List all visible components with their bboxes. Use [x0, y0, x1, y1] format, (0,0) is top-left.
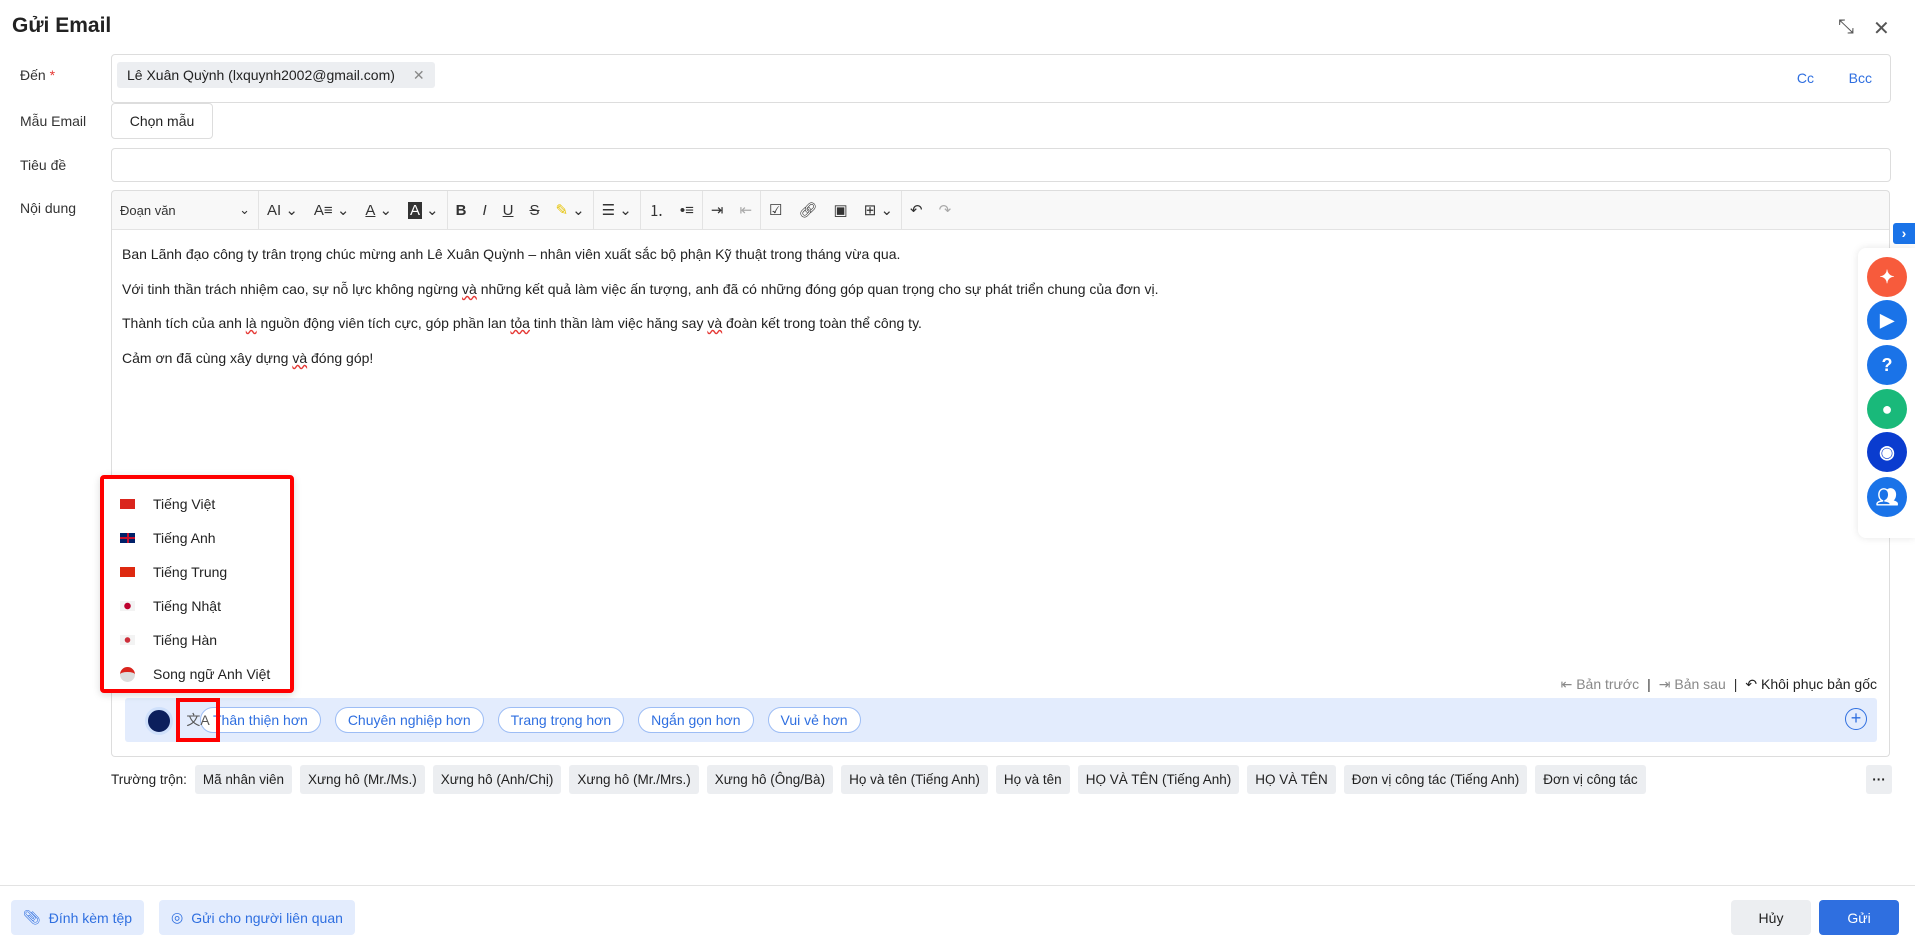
- content-paragraph: Thành tích của anh là nguồn động viên tí…: [122, 315, 922, 331]
- to-label: Đến *: [20, 67, 56, 83]
- image-icon[interactable]: ▣: [826, 191, 856, 229]
- ai-sparkle-icon[interactable]: ✦: [1867, 257, 1907, 297]
- merge-fields: Trường trộn: Mã nhân viên Xưng hô (Mr./M…: [111, 765, 1646, 794]
- underline-icon[interactable]: U: [495, 191, 522, 229]
- merge-field[interactable]: HỌ VÀ TÊN: [1247, 765, 1336, 794]
- paragraph-style-value: Đoạn văn: [120, 202, 176, 218]
- align-icon[interactable]: ☰ ⌄: [594, 191, 640, 229]
- indent-icon[interactable]: ⇥: [703, 191, 732, 229]
- link-icon[interactable]: 🔗︎: [790, 191, 825, 229]
- tone-cheerful[interactable]: Vui vẻ hơn: [767, 707, 861, 733]
- merge-field[interactable]: Họ và tên (Tiếng Anh): [841, 765, 988, 794]
- to-field[interactable]: Lê Xuân Quỳnh (lxquynh2002@gmail.com) ✕ C…: [111, 54, 1891, 103]
- font-size-button[interactable]: AI ⌄: [259, 191, 306, 229]
- merge-field[interactable]: Mã nhân viên: [194, 765, 292, 794]
- language-option-vietnamese[interactable]: Tiếng Việt: [120, 496, 215, 512]
- checklist-icon[interactable]: ☑: [761, 191, 790, 229]
- content-paragraph: Cảm ơn đã cùng xây dựng và đóng góp!: [122, 350, 374, 366]
- language-menu: Tiếng Việt Tiếng Anh Tiếng Trung Tiếng N…: [100, 475, 294, 693]
- merge-field[interactable]: Xưng hô (Mr./Mrs.): [569, 765, 699, 794]
- paperclip-icon: 📎︎: [23, 909, 41, 925]
- merge-field[interactable]: Xưng hô (Ông/Bà): [706, 765, 834, 794]
- team-icon[interactable]: 👥︎: [1867, 477, 1907, 517]
- undo-icon[interactable]: ↶: [902, 191, 931, 229]
- bold-icon[interactable]: B: [448, 191, 475, 229]
- japan-flag-icon: [120, 601, 135, 611]
- table-icon[interactable]: ⊞ ⌄: [856, 191, 901, 229]
- subject-input[interactable]: [111, 148, 1891, 182]
- next-version-button[interactable]: ⇥ Bản sau: [1659, 676, 1726, 693]
- remove-recipient-icon[interactable]: ✕: [413, 62, 425, 88]
- merge-field[interactable]: Đơn vị công tác: [1535, 765, 1646, 794]
- paragraph-style-select[interactable]: Đoạn văn ⌄: [112, 191, 258, 229]
- italic-icon[interactable]: I: [474, 191, 494, 229]
- more-merge-fields-icon[interactable]: ···: [1866, 765, 1892, 794]
- font-color-button[interactable]: A ⌄: [357, 191, 400, 229]
- ai-bot-icon[interactable]: [145, 707, 173, 735]
- template-label: Mẫu Email: [20, 113, 87, 129]
- restore-original-button[interactable]: ↶ Khôi phục bản gốc: [1745, 676, 1877, 693]
- chat-icon[interactable]: ●: [1867, 389, 1907, 429]
- cancel-button[interactable]: Hủy: [1731, 900, 1811, 935]
- language-option-english[interactable]: Tiếng Anh: [120, 530, 216, 546]
- strikethrough-icon[interactable]: S: [521, 191, 547, 229]
- ai-assistant-bar: 文A Thân thiện hơn Chuyên nghiệp hơn Tran…: [125, 698, 1877, 742]
- language-option-japanese[interactable]: Tiếng Nhật: [120, 598, 221, 614]
- redo-icon[interactable]: ↷: [931, 191, 960, 229]
- merge-fields-label: Trường trộn:: [111, 772, 187, 787]
- bcc-link[interactable]: Bcc: [1849, 70, 1872, 86]
- merge-field[interactable]: HỌ VÀ TÊN (Tiếng Anh): [1077, 765, 1240, 794]
- china-flag-icon: [120, 567, 135, 577]
- user-circle-icon: ◎: [171, 909, 184, 925]
- ai-bot-icon[interactable]: ◉: [1867, 432, 1907, 472]
- choose-template-button[interactable]: Chọn mẫu: [111, 103, 213, 139]
- close-icon[interactable]: ✕: [1873, 16, 1890, 41]
- play-icon[interactable]: ▶: [1867, 300, 1907, 340]
- content-paragraph: Ban Lãnh đạo công ty trân trọng chúc mừn…: [122, 246, 901, 262]
- dialog-title: Gửi Email: [12, 14, 112, 37]
- attach-file-button[interactable]: 📎︎ Đính kèm tệp: [11, 900, 145, 935]
- cc-link[interactable]: Cc: [1797, 70, 1814, 86]
- tone-concise[interactable]: Ngắn gọn hơn: [638, 707, 754, 733]
- footer-divider: [0, 885, 1915, 886]
- merge-field[interactable]: Họ và tên: [995, 765, 1070, 794]
- add-tone-icon[interactable]: +: [1845, 708, 1867, 730]
- language-option-bilingual[interactable]: Song ngữ Anh Việt: [120, 666, 270, 682]
- send-button[interactable]: Gửi: [1819, 900, 1899, 935]
- translate-icon[interactable]: 文A: [176, 698, 220, 742]
- content-paragraph: Với tinh thần trách nhiệm cao, sự nỗ lực…: [122, 281, 1159, 297]
- send-related-button[interactable]: ◎ Gửi cho người liên quan: [159, 900, 355, 935]
- merge-field[interactable]: Xưng hô (Mr./Ms.): [299, 765, 425, 794]
- version-history: ⇤ Bản trước | ⇥ Bản sau | ↶ Khôi phục bản …: [1560, 676, 1877, 693]
- uk-flag-icon: [120, 533, 135, 543]
- recipient-chip: Lê Xuân Quỳnh (lxquynh2002@gmail.com) ✕: [117, 62, 435, 88]
- background-color-button[interactable]: A ⌄: [400, 191, 447, 229]
- line-height-button[interactable]: A≡ ⌄: [306, 191, 358, 229]
- highlight-icon[interactable]: ✎ ⌄: [547, 191, 592, 229]
- floating-toolbar: ✦ ▶ ? ● ◉ 👥︎: [1858, 248, 1915, 538]
- previous-version-button[interactable]: ⇤ Bản trước: [1561, 676, 1640, 693]
- korea-flag-icon: [120, 635, 135, 645]
- expand-panel-icon[interactable]: ›: [1893, 223, 1915, 244]
- subject-label: Tiêu đề: [20, 157, 67, 173]
- bullet-list-icon[interactable]: •≡: [672, 191, 702, 229]
- help-icon[interactable]: ?: [1867, 345, 1907, 385]
- ordered-list-icon[interactable]: ⒈: [641, 191, 672, 229]
- merge-field[interactable]: Đơn vị công tác (Tiếng Anh): [1343, 765, 1528, 794]
- content-label: Nội dung: [20, 200, 77, 216]
- language-option-korean[interactable]: Tiếng Hàn: [120, 632, 217, 648]
- chevron-down-icon: ⌄: [239, 202, 250, 217]
- tone-formal[interactable]: Trang trọng hơn: [497, 707, 625, 733]
- recipient-text: Lê Xuân Quỳnh (lxquynh2002@gmail.com): [127, 67, 395, 83]
- outdent-icon[interactable]: ⇤: [731, 191, 760, 229]
- collapse-icon[interactable]: ⤡: [1838, 16, 1854, 39]
- globe-flag-icon: [120, 666, 135, 682]
- language-option-chinese[interactable]: Tiếng Trung: [120, 564, 227, 580]
- merge-field[interactable]: Xưng hô (Anh/Chị): [432, 765, 562, 794]
- tone-professional[interactable]: Chuyên nghiệp hơn: [334, 707, 484, 733]
- vietnam-flag-icon: [120, 499, 135, 509]
- editor-toolbar: Đoạn văn ⌄ AI ⌄ A≡ ⌄ A ⌄ A ⌄ B I U S ✎ ⌄ …: [111, 190, 1890, 230]
